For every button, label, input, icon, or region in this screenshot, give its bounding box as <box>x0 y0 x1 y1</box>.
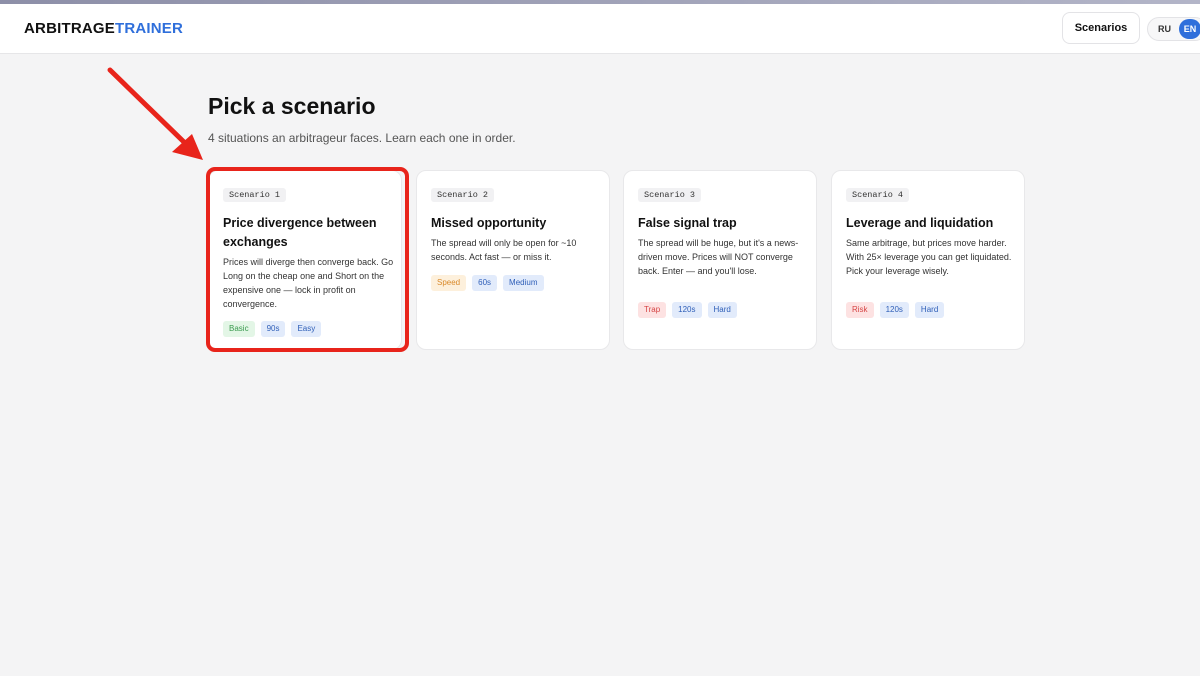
scenario-title: Missed opportunity <box>431 216 547 230</box>
scenario-title: False signal trap <box>638 216 737 230</box>
tag-difficulty: Easy <box>291 321 322 337</box>
scenario-description: The spread will be huge, but it's a news… <box>638 238 799 276</box>
page-title: Pick a scenario <box>208 93 376 119</box>
tag-category: Speed <box>431 275 467 291</box>
scenario-tags: Risk 120s Hard <box>846 302 945 318</box>
lang-en-option[interactable]: EN <box>1179 19 1200 39</box>
app-logo[interactable]: ARBITRAGETRAINER <box>24 20 183 37</box>
tag-duration: 90s <box>260 321 286 337</box>
annotation-arrow-icon <box>107 67 203 160</box>
tag-category: Trap <box>638 302 667 318</box>
app-header: ARBITRAGETRAINER Scenarios RU EN <box>0 4 1200 54</box>
scenario-tags: Speed 60s Medium <box>431 275 544 291</box>
scenarios-nav-button[interactable]: Scenarios <box>1062 12 1140 44</box>
logo-part-arbitrage: ARBITRAGE <box>24 20 115 37</box>
scenario-card-4[interactable]: Scenario 4 Leverage and liquidation Same… <box>831 170 1025 350</box>
tag-difficulty: Medium <box>503 275 544 291</box>
page-subtitle: 4 situations an arbitrageur faces. Learn… <box>208 131 516 145</box>
lang-ru-option[interactable]: RU <box>1158 24 1171 34</box>
tag-category: Basic <box>223 321 255 337</box>
language-switcher: RU EN <box>1147 17 1200 41</box>
scenario-description: Same arbitrage, but prices move harder. … <box>846 238 1012 276</box>
scenario-chip: Scenario 4 <box>846 188 910 202</box>
tag-difficulty: Hard <box>914 302 945 318</box>
tag-duration: 120s <box>879 302 909 318</box>
tag-category: Risk <box>846 302 874 318</box>
scenario-description: The spread will only be open for ~10 sec… <box>431 238 577 262</box>
scenario-chip: Scenario 3 <box>638 188 702 202</box>
scenario-card-3[interactable]: Scenario 3 False signal trap The spread … <box>623 170 817 350</box>
scenario-tags: Basic 90s Easy <box>223 321 322 337</box>
scenario-title: Price divergence between exchanges <box>223 216 377 249</box>
tag-difficulty: Hard <box>707 302 737 318</box>
scenario-chip: Scenario 2 <box>431 188 495 202</box>
scenario-chip: Scenario 1 <box>223 188 287 202</box>
scenario-card-1[interactable]: Scenario 1 Price divergence between exch… <box>208 170 402 350</box>
tag-duration: 60s <box>472 275 498 291</box>
scenario-tags: Trap 120s Hard <box>638 302 737 318</box>
scenario-card-2[interactable]: Scenario 2 Missed opportunity The spread… <box>416 170 610 350</box>
logo-part-trainer: TRAINER <box>114 20 184 37</box>
tag-duration: 120s <box>672 302 702 318</box>
scenario-description: Prices will diverge then converge back. … <box>223 257 394 309</box>
scenario-title: Leverage and liquidation <box>846 216 994 230</box>
